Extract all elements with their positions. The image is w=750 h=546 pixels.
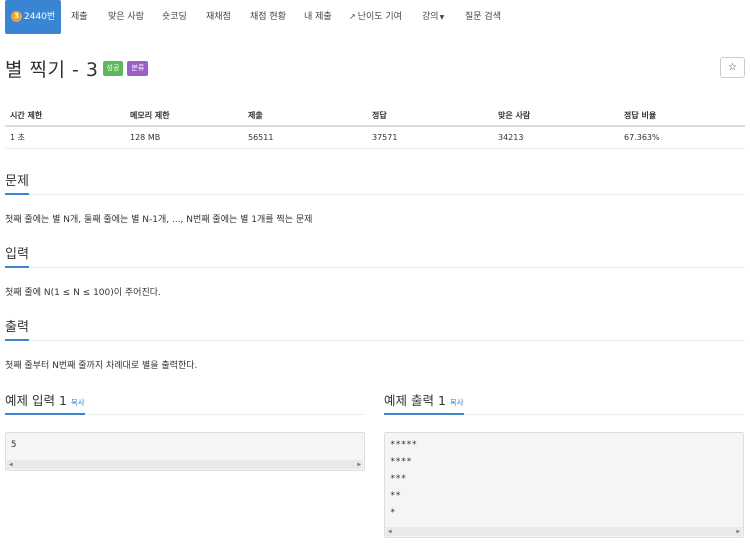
input-heading: 입력 — [5, 243, 29, 268]
copy-input-link[interactable]: 복사 — [71, 398, 85, 407]
horizontal-scrollbar[interactable]: ◀ ▶ — [386, 527, 742, 536]
problem-description: 첫째 줄에는 별 N개, 둘째 줄에는 별 N-1개, ..., N번째 줄에는… — [5, 215, 313, 225]
tab-status[interactable]: 채점 현황 — [250, 0, 286, 34]
favorite-star-button[interactable]: ☆ — [720, 57, 745, 78]
value-submissions: 56511 — [243, 126, 367, 149]
value-ratio: 67.363% — [619, 126, 745, 149]
star-icon: ☆ — [728, 62, 737, 73]
tab-accepted-users[interactable]: 맞은 사람 — [108, 0, 144, 34]
sample-input-head: 예제 입력 1 복사 — [5, 389, 365, 415]
tab-difficulty[interactable]: ↗ 난이도 기여 — [349, 0, 402, 34]
table-row: 1 초 128 MB 56511 37571 34213 67.363% — [5, 126, 745, 149]
scroll-left-arrow-icon[interactable]: ◀ — [388, 527, 392, 536]
title-row: 별 찍기 - 3 성공 분류 — [5, 55, 149, 81]
header-accepted: 정답 — [367, 106, 493, 127]
sample-input: 예제 입력 1 복사 5 ◀ ▶ — [5, 389, 365, 471]
scroll-left-arrow-icon[interactable]: ◀ — [9, 460, 13, 469]
sample-output-heading: 예제 출력 1 복사 — [384, 390, 464, 415]
copy-output-link[interactable]: 복사 — [450, 398, 464, 407]
top-nav: 3 2440번 제출 맞은 사람 숏코딩 재채점 채점 현황 내 제출 ↗ 난이도 … — [0, 0, 750, 34]
sample-output-title: 예제 출력 1 — [384, 393, 446, 408]
category-label[interactable]: 분류 — [127, 60, 149, 76]
tab-question-search[interactable]: 질문 검색 — [465, 0, 501, 34]
input-description: 첫째 줄에 N(1 ≤ N ≤ 100)이 주어진다. — [5, 288, 161, 298]
sample-output-head: 예제 출력 1 복사 — [384, 389, 744, 415]
sample-output-line: ***** — [390, 440, 418, 450]
value-time-limit: 1 초 — [5, 126, 125, 149]
sample-output-line: **** — [390, 457, 412, 467]
input-section: 입력 첫째 줄에 N(1 ≤ N ≤ 100)이 주어진다. — [5, 243, 745, 298]
sample-output-box[interactable]: ***** **** *** ** * ◀ ▶ — [384, 432, 744, 538]
output-section-head: 출력 — [5, 316, 745, 341]
tab-my-submissions[interactable]: 내 제출 — [304, 0, 332, 34]
problem-info-table: 시간 제한 메모리 제한 제출 정답 맞은 사람 정답 비율 1 초 128 M… — [5, 106, 745, 149]
success-label[interactable]: 성공 — [102, 60, 124, 76]
output-description: 첫째 줄부터 N번째 줄까지 차례대로 별을 출력한다. — [5, 361, 198, 371]
external-link-icon: ↗ — [349, 12, 356, 21]
header-memory-limit: 메모리 제한 — [125, 106, 243, 127]
tab-submit[interactable]: 제출 — [71, 0, 88, 34]
scroll-right-arrow-icon[interactable]: ▶ — [736, 527, 740, 536]
problem-section-head: 문제 — [5, 170, 745, 195]
tab-difficulty-label: 난이도 기여 — [357, 12, 402, 22]
scroll-right-arrow-icon[interactable]: ▶ — [357, 460, 361, 469]
tab-lecture[interactable]: 강의▼ — [422, 0, 444, 34]
problem-number: 2440번 — [24, 12, 56, 22]
header-ratio: 정답 비율 — [619, 106, 745, 127]
caret-down-icon: ▼ — [439, 14, 445, 21]
problem-heading: 문제 — [5, 170, 29, 195]
header-accepted-users: 맞은 사람 — [493, 106, 619, 127]
sample-output-line: ** — [390, 491, 401, 501]
tab-lecture-label: 강의 — [422, 12, 439, 22]
sample-input-box[interactable]: 5 ◀ ▶ — [5, 432, 365, 471]
tab-rejudge[interactable]: 재채점 — [206, 0, 231, 34]
problem-section: 문제 첫째 줄에는 별 N개, 둘째 줄에는 별 N-1개, ..., N번째 … — [5, 170, 745, 225]
output-heading: 출력 — [5, 316, 29, 341]
sample-output-line: *** — [390, 474, 407, 484]
tier-badge-icon: 3 — [11, 11, 22, 22]
input-section-head: 입력 — [5, 243, 745, 268]
value-memory-limit: 128 MB — [125, 126, 243, 149]
sample-output-line: * — [390, 508, 396, 518]
value-accepted: 37571 — [367, 126, 493, 149]
value-accepted-users: 34213 — [493, 126, 619, 149]
tab-short-coding[interactable]: 숏코딩 — [162, 0, 187, 34]
table-header-row: 시간 제한 메모리 제한 제출 정답 맞은 사람 정답 비율 — [5, 106, 745, 127]
sample-input-heading: 예제 입력 1 복사 — [5, 390, 85, 415]
page-title: 별 찍기 - 3 — [5, 58, 99, 81]
output-section: 출력 첫째 줄부터 N번째 줄까지 차례대로 별을 출력한다. — [5, 316, 745, 371]
sample-input-line: 5 — [11, 440, 17, 450]
header-submissions: 제출 — [243, 106, 367, 127]
tab-problem[interactable]: 3 2440번 — [5, 0, 62, 34]
sample-output: 예제 출력 1 복사 ***** **** *** ** * ◀ ▶ — [384, 389, 744, 538]
sample-output-lines: ***** **** *** ** * — [385, 437, 743, 522]
horizontal-scrollbar[interactable]: ◀ ▶ — [7, 460, 363, 469]
header-time-limit: 시간 제한 — [5, 106, 125, 127]
sample-input-title: 예제 입력 1 — [5, 393, 67, 408]
